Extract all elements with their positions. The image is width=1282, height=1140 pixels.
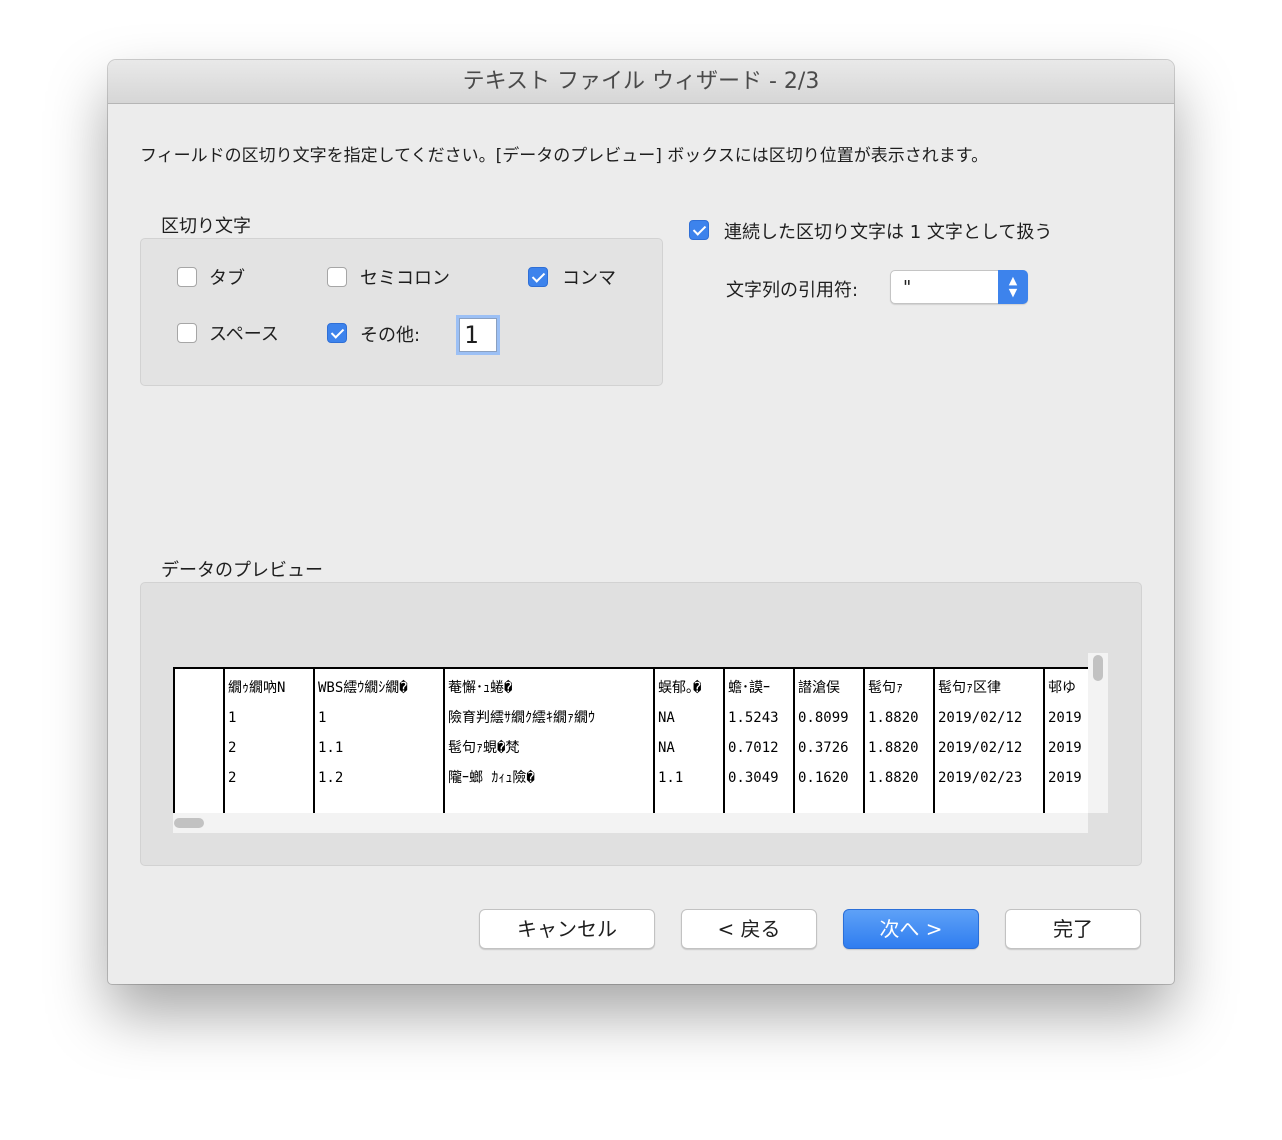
preview-cell: 1.1 [318,740,344,756]
other-checkbox[interactable] [327,323,347,343]
preview-cell: 險育判繧ｻ繝ｸ繧ｷ繝ｧ繝ｳ [448,710,595,726]
preview-header-cell: 蟾･謨ｰ [728,680,770,696]
preview-cell: 1.2 [318,770,344,786]
preview-cell [175,763,223,793]
preview-cell: 1.5243 [728,710,779,726]
preview-cell: 2 [228,770,237,786]
comma-checkbox[interactable] [528,267,548,287]
vertical-scrollbar[interactable] [1088,653,1108,813]
preview-header-cell: WBS繧ｳ繝ｼ繝� [318,680,408,696]
preview-cell: 髢句ｧ蜆�梵 [448,740,520,756]
preview-cell: 2019/02/23 [938,770,1023,786]
treat-consecutive-label: 連続した区切り文字は 1 文字として扱う [724,222,1053,243]
preview-cell: 0.1620 [798,770,849,786]
finish-button[interactable]: 完了 [1005,909,1141,949]
tab-checkbox[interactable] [177,267,197,287]
text-import-wizard-dialog: テキスト ファイル ウィザード - 2/3 フィールドの区切り文字を指定してくだ… [108,60,1174,984]
preview-header-cell: 繝ｩ繝吶Ν [228,680,286,696]
preview-cell: 1.8820 [868,770,919,786]
window-title: テキスト ファイル ウィザード - 2/3 [108,60,1174,104]
preview-cell: 2019/02/12 [938,710,1023,726]
preview-cell [175,733,223,763]
preview-header-cell [175,673,223,703]
preview-cell: 1.1 [658,770,684,786]
preview-cell: 隴ｰ螂 ｶｨｭ險� [448,770,535,786]
preview-header-cell: 髢句ｧ [868,680,903,696]
other-label: その他: [360,325,421,346]
preview-cell: NA [658,740,675,756]
preview-cell: 2019 [1048,770,1082,786]
preview-label: データのプレビュー [161,560,323,581]
preview-cell: 1 [318,710,327,726]
preview-header-cell: 邨ゆ [1048,680,1076,696]
text-qualifier-select[interactable]: " ▲ ▼ [890,270,1028,304]
next-button[interactable]: 次へ > [843,909,979,949]
delimiters-group: タブ セミコロン コンマ スペース その他: [140,238,663,386]
preview-cell: 0.7012 [728,740,779,756]
chevron-updown-icon: ▲ ▼ [998,270,1028,304]
other-delimiter-input[interactable]: 1 [459,318,497,352]
semicolon-label: セミコロン [360,268,450,289]
horizontal-scroll-thumb[interactable] [174,818,204,828]
back-button[interactable]: < 戻る [681,909,817,949]
preview-cell: 1.8820 [868,740,919,756]
preview-cell: 2 [228,740,237,756]
instruction-text: フィールドの区切り文字を指定してください。[データのプレビュー] ボックスには区… [140,146,989,166]
space-checkbox[interactable] [177,323,197,343]
preview-header-cell: 髢句ｧ区律 [938,680,1001,696]
comma-label: コンマ [562,268,616,289]
delimiters-group-label: 区切り文字 [161,216,251,237]
preview-cell: 0.3726 [798,740,849,756]
horizontal-scrollbar[interactable] [173,813,1088,833]
preview-cell: 1 [228,710,237,726]
vertical-scroll-thumb[interactable] [1093,655,1103,681]
data-preview-box: 繝ｩ繝吶Ν WBS繧ｳ繝ｼ繝� 菴懈･ｭ蜷� 蜈郁｡� 蟾･謨ｰ 譛滄俣 髢句ｧ 髢句ｧ区律 邨… [140,582,1142,866]
treat-consecutive-checkbox[interactable] [689,220,709,240]
cancel-button[interactable]: キャンセル [479,909,655,949]
space-label: スペース [209,324,279,345]
text-qualifier-value: " [903,277,912,298]
preview-cell: 0.3049 [728,770,779,786]
preview-cell [175,703,223,733]
preview-cell: NA [658,710,675,726]
data-preview-grid: 繝ｩ繝吶Ν WBS繧ｳ繝ｼ繝� 菴懈･ｭ蜷� 蜈郁｡� 蟾･謨ｰ 譛滄俣 髢句ｧ 髢句ｧ区律 邨… [173,667,1088,815]
preview-header-cell: 菴懈･ｭ蜷� [448,680,513,696]
preview-cell: 0.8099 [798,710,849,726]
preview-cell: 1.8820 [868,710,919,726]
preview-cell: 2019/02/12 [938,740,1023,756]
text-qualifier-label: 文字列の引用符: [726,280,859,301]
preview-cell: 2019 [1048,710,1082,726]
preview-header-cell: 譛滄俣 [798,680,840,696]
tab-label: タブ [209,268,245,289]
semicolon-checkbox[interactable] [327,267,347,287]
preview-header-cell: 蜈郁｡� [658,680,702,696]
preview-cell: 2019 [1048,740,1082,756]
